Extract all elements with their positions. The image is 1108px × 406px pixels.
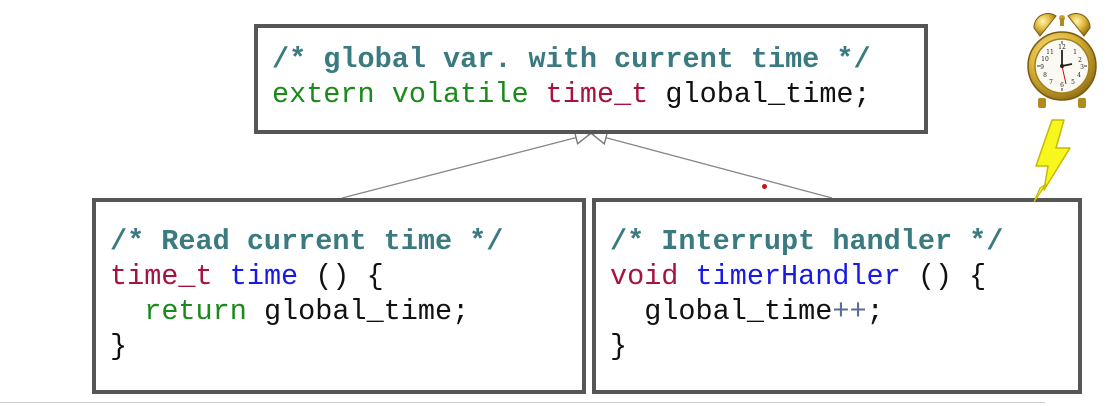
- return-keyword: return: [144, 295, 247, 328]
- marker-dot: [762, 184, 767, 189]
- bottom-divider: [0, 402, 1045, 403]
- alarm-clock-icon: 12 1 2 3 4 5 6 7 8 9 10 11: [1027, 13, 1097, 108]
- volatile-keyword: volatile: [391, 78, 529, 111]
- svg-text:9: 9: [1040, 64, 1044, 71]
- lightning-bolt-icon: [1033, 119, 1071, 203]
- read-close-line: }: [110, 329, 568, 364]
- svg-text:3: 3: [1080, 64, 1084, 71]
- read-comment: /* Read current time */: [110, 225, 504, 258]
- svg-text:8: 8: [1043, 72, 1047, 79]
- global-comment-line: /* global var. with current time */: [272, 42, 910, 77]
- read-function-name: time: [229, 260, 299, 293]
- read-return-type: time_t: [110, 260, 213, 293]
- svg-text:4: 4: [1077, 72, 1081, 79]
- irq-close-brace: }: [610, 330, 628, 363]
- svg-text:5: 5: [1071, 79, 1075, 86]
- irq-return-type: void: [610, 260, 679, 293]
- interrupt-handler-box: /* Interrupt handler */ void timerHandle…: [592, 198, 1082, 394]
- svg-text:10: 10: [1041, 56, 1049, 63]
- read-signature-rest: () {: [298, 260, 384, 293]
- svg-text:11: 11: [1046, 49, 1054, 56]
- irq-signature-line: void timerHandler () {: [610, 259, 1064, 294]
- irq-function-name: timerHandler: [695, 260, 901, 293]
- irq-comment-line: /* Interrupt handler */: [610, 224, 1064, 259]
- return-expression: global_time;: [246, 295, 470, 328]
- irq-statement-variable: global_time: [644, 295, 833, 328]
- read-return-line: return global_time;: [110, 294, 568, 329]
- global-variable-box: /* global var. with current time */ exte…: [254, 24, 928, 134]
- global-declaration-line: extern volatile time_t global_time;: [272, 77, 910, 112]
- connector-read-to-global: [341, 130, 592, 199]
- increment-operator: ++: [832, 295, 867, 328]
- extern-keyword: extern: [272, 78, 375, 111]
- irq-signature-rest: () {: [900, 260, 987, 293]
- svg-text:7: 7: [1049, 79, 1053, 86]
- global-comment: /* global var. with current time */: [272, 43, 871, 76]
- irq-comment: /* Interrupt handler */: [610, 225, 1004, 258]
- read-signature-line: time_t time () {: [110, 259, 568, 294]
- irq-statement-end: ;: [866, 295, 884, 328]
- irq-statement-line: global_time++;: [610, 294, 1064, 329]
- connector-irq-to-global: [590, 130, 833, 199]
- svg-text:2: 2: [1078, 57, 1082, 64]
- read-time-function-box: /* Read current time */ time_t time () {…: [92, 198, 586, 394]
- time-t-type: time_t: [545, 78, 649, 111]
- svg-text:12: 12: [1058, 44, 1066, 51]
- svg-text:1: 1: [1073, 49, 1077, 56]
- irq-close-line: }: [610, 329, 1064, 364]
- svg-text:6: 6: [1060, 82, 1064, 89]
- read-close-brace: }: [110, 330, 128, 363]
- read-comment-line: /* Read current time */: [110, 224, 568, 259]
- global-time-name: global_time;: [665, 78, 871, 111]
